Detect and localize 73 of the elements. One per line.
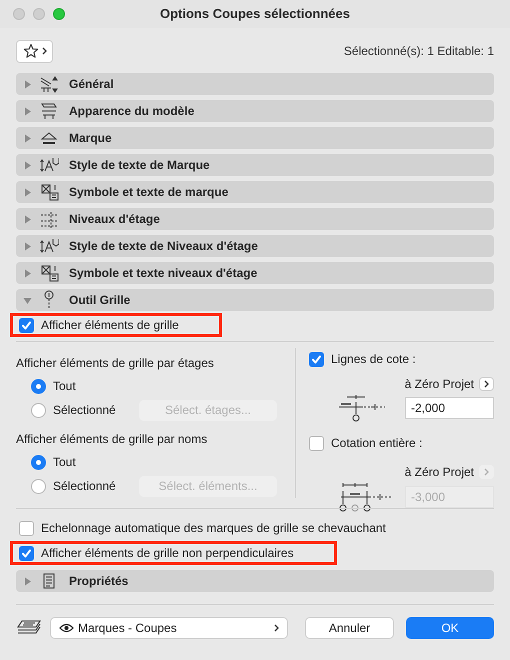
checkbox[interactable] [19, 546, 34, 560]
section-title: Niveaux d'étage [69, 211, 160, 228]
symbol-text-icon [39, 263, 59, 283]
reference-label: à Zéro Projet [404, 376, 474, 393]
section-title: Style de texte de Marque [69, 157, 210, 174]
radio-label: Sélectionné [53, 402, 116, 419]
eye-icon [59, 623, 74, 633]
section-lines-icon [39, 74, 59, 94]
symbol-text-icon [39, 182, 59, 202]
star-icon [22, 43, 38, 59]
collapsed-triangle-icon[interactable] [23, 80, 32, 88]
checkbox-label: Cotation entière : [331, 435, 422, 452]
section-title: Général [69, 76, 114, 93]
collapsed-triangle-icon[interactable] [23, 188, 32, 196]
group-title: Afficher éléments de grille par étages [16, 355, 215, 372]
checkbox-label: Afficher éléments de grille non perpendiculaires [41, 545, 294, 562]
chevron-right-icon [274, 624, 279, 632]
radio-label: Sélectionné [53, 478, 116, 495]
selection-info: Sélectionné(s): 1 Editable: 1 [344, 43, 494, 60]
checkbox[interactable] [19, 520, 34, 536]
chevron-right-icon [484, 380, 489, 388]
section-title: Outil Grille [69, 292, 130, 309]
reference-menu-button[interactable] [479, 377, 494, 391]
reference-label: à Zéro Projet [404, 464, 474, 481]
radio-label: Tout [53, 378, 76, 395]
collapsed-triangle-icon[interactable] [23, 242, 32, 250]
facade-icon [39, 101, 59, 121]
radio-button[interactable] [31, 454, 46, 470]
collapsed-triangle-icon[interactable] [23, 576, 32, 586]
checkbox[interactable] [19, 318, 34, 332]
cancel-button[interactable]: Annuler [305, 617, 394, 639]
collapsed-triangle-icon[interactable] [23, 268, 32, 278]
section-header[interactable]: Niveaux d'étage [16, 208, 494, 230]
section-header[interactable]: Outil Grille [16, 289, 494, 311]
section-title: Apparence du modèle [69, 103, 194, 120]
section-title: Symbole et texte de marque [69, 184, 228, 201]
collapsed-triangle-icon[interactable] [23, 106, 32, 116]
window-title: Options Coupes sélectionnées [160, 5, 350, 24]
level-lines-icon [39, 209, 59, 229]
radio-button[interactable] [31, 402, 46, 418]
zoom-window-icon[interactable] [53, 8, 65, 20]
section-title: Marque [69, 130, 112, 147]
section-header[interactable]: Style de texte de Marque [16, 154, 494, 176]
offset-field[interactable]: -2,000 [405, 397, 494, 419]
radio-label: Tout [53, 454, 76, 471]
section-header[interactable]: Marque [16, 127, 494, 149]
view-selector[interactable]: Marques - Coupes [50, 617, 288, 639]
radio-button[interactable] [31, 478, 46, 494]
favorites-button[interactable] [16, 40, 53, 62]
section-title: Symbole et texte niveaux d'étage [69, 265, 258, 282]
section-header[interactable]: Apparence du modèle [16, 100, 494, 122]
close-window-icon[interactable] [13, 8, 25, 20]
minimize-window-icon[interactable] [33, 8, 45, 20]
collapsed-triangle-icon[interactable] [23, 134, 32, 142]
collapsed-triangle-icon[interactable] [23, 160, 32, 170]
section-header[interactable]: Propriétés [16, 570, 494, 592]
section-header[interactable]: Symbole et texte de marque [16, 181, 494, 203]
section-header[interactable]: Style de texte de Niveaux d'étage [16, 235, 494, 257]
checkbox-label: Afficher éléments de grille [41, 317, 179, 334]
chevron-right-icon [484, 468, 489, 476]
checkbox-label: Lignes de cote : [331, 351, 416, 368]
expanded-triangle-icon[interactable] [23, 296, 32, 304]
collapsed-triangle-icon[interactable] [23, 214, 32, 224]
checkbox[interactable] [309, 352, 324, 366]
section-header[interactable]: Symbole et texte niveaux d'étage [16, 262, 494, 284]
radio-button[interactable] [31, 378, 46, 394]
group-title: Afficher éléments de grille par noms [16, 431, 208, 448]
section-title: Propriétés [69, 573, 128, 590]
section-header[interactable]: Général [16, 73, 494, 95]
ok-button[interactable]: OK [406, 617, 494, 639]
chevron-right-icon [42, 47, 46, 55]
section-title: Style de texte de Niveaux d'étage [69, 238, 258, 255]
checkbox-label: Echelonnage automatique des marques de grille se chevauchant [41, 520, 386, 537]
